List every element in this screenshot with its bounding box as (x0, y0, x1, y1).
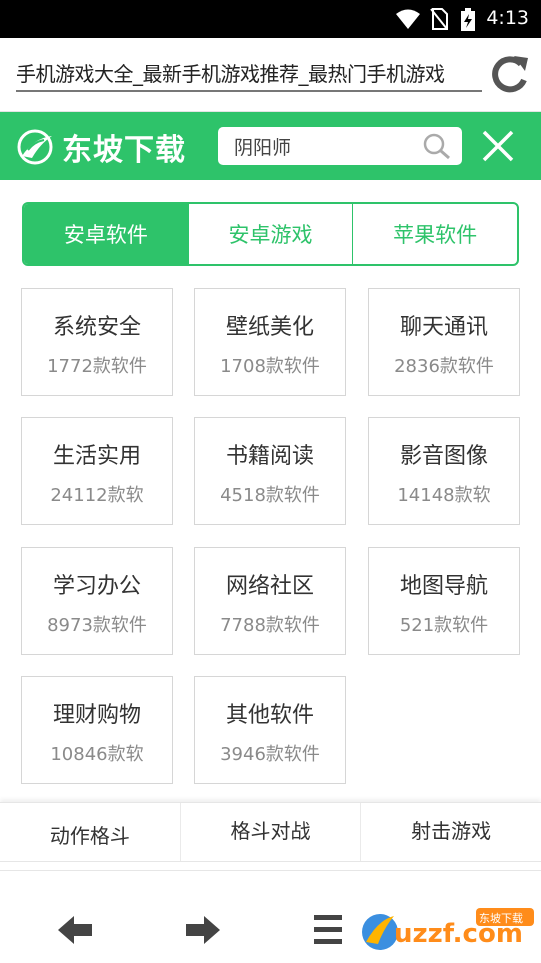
dongpo-logo-icon (17, 129, 53, 165)
category-name: 其他软件 (225, 703, 314, 728)
wifi-icon (396, 9, 420, 29)
category-tabs: 安卓软件 安卓游戏 苹果软件 (22, 202, 519, 266)
tab-android-games[interactable]: 安卓游戏 (189, 204, 354, 264)
category-card[interactable]: 系统安全 1772款软件 (21, 288, 173, 396)
game-category-item[interactable]: 格斗对战 (181, 803, 362, 861)
status-bar: 4:13 (0, 0, 541, 38)
category-card[interactable]: 网络社区 7788款软件 (194, 547, 346, 655)
page-title-field[interactable]: 手机游戏大全_最新手机游戏推荐_最热门手机游戏 (16, 60, 482, 92)
browser-address-bar: 手机游戏大全_最新手机游戏推荐_最热门手机游戏 (0, 38, 541, 112)
category-name: 系统安全 (52, 315, 141, 340)
category-count: 14148款软 (397, 485, 491, 506)
category-count: 1708款软件 (220, 356, 320, 377)
category-card[interactable]: 地图导航 521款软件 (368, 547, 520, 655)
battery-charging-icon (461, 8, 475, 31)
tab-android-software[interactable]: 安卓软件 (24, 204, 189, 264)
menu-icon[interactable] (312, 910, 344, 950)
category-count: 3946款软件 (220, 744, 320, 765)
category-count: 2836款软件 (394, 356, 494, 377)
game-category-strip: 动作格斗 格斗对战 射击游戏 (0, 802, 541, 862)
brand-name: 东坡下载 (62, 133, 186, 168)
category-count: 24112款软 (50, 485, 144, 506)
forward-arrow-icon[interactable] (184, 914, 222, 946)
category-count: 1772款软件 (47, 356, 147, 377)
watermark-badge: 东坡下载 (479, 912, 523, 925)
category-count: 7788款软件 (220, 615, 320, 636)
category-name: 网络社区 (225, 574, 314, 599)
no-sim-icon (430, 8, 448, 30)
category-card[interactable]: 其他软件 3946款软件 (194, 676, 346, 784)
category-card[interactable]: 学习办公 8973款软件 (21, 547, 173, 655)
reload-icon[interactable] (487, 52, 531, 98)
search-icon[interactable] (422, 132, 452, 160)
search-input[interactable]: 阴阳师 (234, 133, 291, 160)
category-count: 4518款软件 (220, 485, 320, 506)
search-box[interactable]: 阴阳师 (218, 127, 462, 165)
site-logo[interactable]: 东坡下载 (14, 128, 186, 168)
category-name: 聊天通讯 (399, 315, 488, 340)
category-card[interactable]: 书籍阅读 4518款软件 (194, 417, 346, 525)
category-name: 影音图像 (399, 444, 488, 469)
game-category-item[interactable]: 动作格斗 (0, 803, 181, 861)
uzzf-watermark-logo: uzzf.com 东坡下载 (362, 908, 534, 950)
category-card[interactable]: 聊天通讯 2836款软件 (368, 288, 520, 396)
tab-apple-software[interactable]: 苹果软件 (353, 204, 517, 264)
category-card[interactable]: 壁纸美化 1708款软件 (194, 288, 346, 396)
category-count: 8973款软件 (47, 615, 147, 636)
category-name: 理财购物 (52, 703, 141, 728)
category-card[interactable]: 理财购物 10846款软 (21, 676, 173, 784)
close-icon[interactable] (480, 128, 516, 164)
category-name: 书籍阅读 (225, 444, 314, 469)
game-category-item[interactable]: 射击游戏 (361, 803, 541, 861)
category-count: 521款软件 (399, 615, 489, 636)
category-count: 10846款软 (50, 744, 144, 765)
category-card[interactable]: 影音图像 14148款软 (368, 417, 520, 525)
category-name: 地图导航 (399, 574, 488, 599)
category-name: 生活实用 (52, 444, 141, 469)
clock: 4:13 (486, 7, 529, 29)
category-name: 学习办公 (52, 574, 141, 599)
category-name: 壁纸美化 (225, 315, 314, 340)
back-arrow-icon[interactable] (56, 914, 94, 946)
category-card[interactable]: 生活实用 24112款软 (21, 417, 173, 525)
site-header: 东坡下载 阴阳师 (0, 112, 541, 180)
